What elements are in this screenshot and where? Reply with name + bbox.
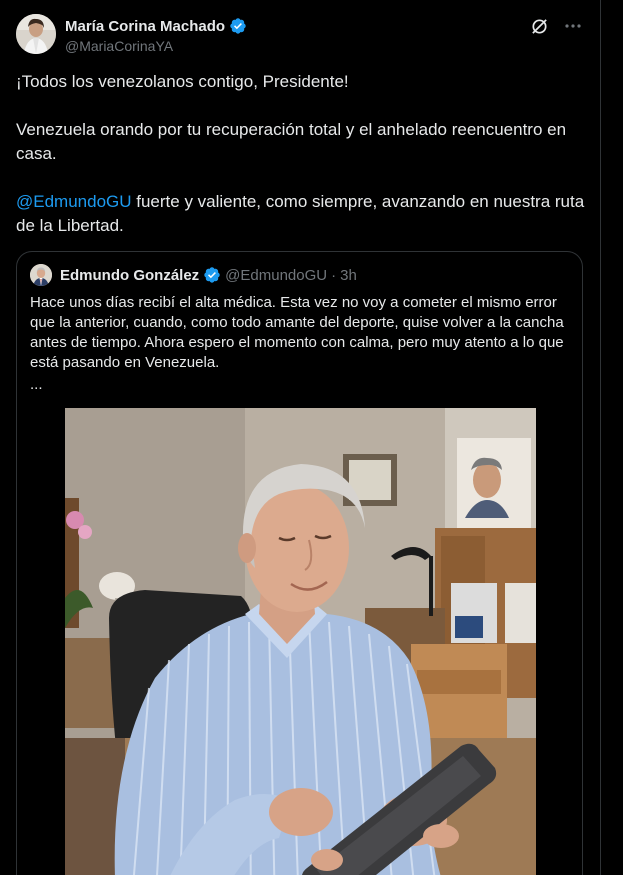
quote-author-avatar[interactable]: [30, 264, 52, 286]
author-name-row: María Corina Machado: [65, 17, 247, 35]
column-border: [600, 0, 601, 875]
quote-text: Hace unos días recibí el alta médica. Es…: [30, 294, 564, 371]
author-handle[interactable]: @MariaCorinaYA: [65, 38, 173, 54]
quote-photo[interactable]: [65, 408, 536, 875]
mention-link[interactable]: @EdmundoGU: [16, 192, 132, 211]
quote-author-name[interactable]: Edmundo González: [60, 267, 199, 284]
author-name[interactable]: María Corina Machado: [65, 18, 225, 35]
photo-illustration: [65, 408, 536, 875]
quote-header: Edmundo González @EdmundoGU · 3h: [30, 264, 357, 286]
tweet-text-line-3: @EdmundoGU fuerte y valiente, como siemp…: [16, 190, 591, 238]
quote-timestamp[interactable]: 3h: [340, 267, 357, 284]
quote-ellipsis: ...: [30, 376, 43, 393]
verified-badge-icon: [229, 17, 247, 35]
header-actions: [529, 16, 583, 36]
quoted-tweet-card[interactable]: Edmundo González @EdmundoGU · 3h Hace un…: [16, 251, 583, 875]
more-icon[interactable]: [563, 16, 583, 36]
tweet-page: María Corina Machado @MariaCorinaYA ¡Tod…: [0, 0, 623, 875]
tweet-header: María Corina Machado @MariaCorinaYA: [16, 14, 583, 58]
quote-separator: ·: [331, 266, 337, 284]
tweet-text-line-1: ¡Todos los venezolanos contigo, Presiden…: [16, 72, 349, 91]
quote-verified-badge-icon: [203, 266, 221, 284]
grok-icon[interactable]: [529, 16, 549, 36]
tweet-text-line-2: Venezuela orando por tu recuperación tot…: [16, 120, 567, 163]
tweet-text: ¡Todos los venezolanos contigo, Presiden…: [16, 70, 591, 262]
author-avatar[interactable]: [16, 14, 56, 54]
quote-author-handle[interactable]: @EdmundoGU: [225, 267, 327, 284]
